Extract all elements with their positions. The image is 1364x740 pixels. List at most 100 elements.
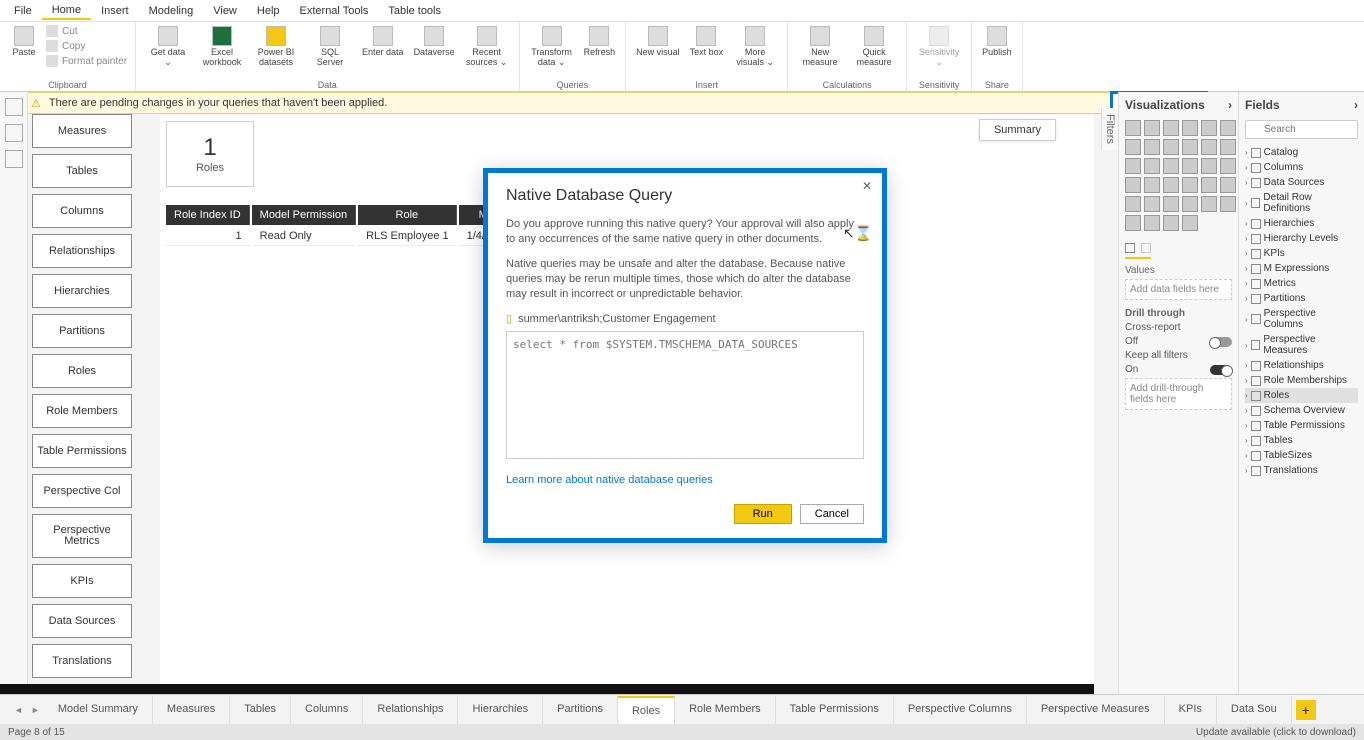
paste-button[interactable]: Paste <box>6 24 42 59</box>
menu-table-tools[interactable]: Table tools <box>378 3 451 19</box>
add-page-button[interactable]: + <box>1296 700 1316 720</box>
viz-tile[interactable] <box>1125 177 1141 193</box>
format-painter-button[interactable]: Format painter <box>44 54 129 68</box>
nav-table-permissions[interactable]: Table Permissions <box>32 434 132 468</box>
col-model-permission[interactable]: Model Permission <box>252 205 356 225</box>
more-visuals-button[interactable]: More visuals ⌄ <box>729 24 781 69</box>
nav-roles[interactable]: Roles <box>32 354 132 388</box>
field-item-kpis[interactable]: ›KPIs <box>1245 246 1358 261</box>
fields-tab-icon[interactable] <box>1125 243 1135 253</box>
page-tab-table-permissions[interactable]: Table Permissions <box>776 696 894 724</box>
page-tab-perspective-columns[interactable]: Perspective Columns <box>894 696 1027 724</box>
col-role[interactable]: Role <box>358 205 457 225</box>
page-tab-tables[interactable]: Tables <box>230 696 291 724</box>
viz-tile[interactable] <box>1163 158 1179 174</box>
nav-perspective-col[interactable]: Perspective Col <box>32 474 132 508</box>
refresh-button[interactable]: Refresh <box>580 24 620 59</box>
viz-tile[interactable] <box>1220 120 1236 136</box>
viz-tile[interactable] <box>1144 215 1160 231</box>
viz-tile[interactable] <box>1163 139 1179 155</box>
viz-tile[interactable] <box>1144 177 1160 193</box>
format-tab-icon[interactable] <box>1141 243 1151 253</box>
data-view-icon[interactable] <box>5 124 23 142</box>
new-measure-button[interactable]: New measure <box>794 24 846 69</box>
menu-file[interactable]: File <box>4 3 42 19</box>
viz-tile[interactable] <box>1220 196 1236 212</box>
page-prev[interactable]: ◄ <box>10 705 27 715</box>
report-view-icon[interactable] <box>5 98 23 116</box>
viz-tile[interactable] <box>1144 158 1160 174</box>
viz-tile[interactable] <box>1144 120 1160 136</box>
menu-external[interactable]: External Tools <box>290 3 379 19</box>
field-item-partitions[interactable]: ›Partitions <box>1245 291 1358 306</box>
page-tab-columns[interactable]: Columns <box>291 696 363 724</box>
viz-tile[interactable] <box>1201 177 1217 193</box>
nav-tables[interactable]: Tables <box>32 154 132 188</box>
viz-tile[interactable] <box>1201 139 1217 155</box>
query-textarea[interactable] <box>506 331 864 459</box>
viz-tile[interactable] <box>1182 139 1198 155</box>
field-item-table-permissions[interactable]: ›Table Permissions <box>1245 418 1358 433</box>
page-tab-hierarchies[interactable]: Hierarchies <box>458 696 543 724</box>
page-tab-role-members[interactable]: Role Members <box>675 696 776 724</box>
viz-tile[interactable] <box>1125 215 1141 231</box>
field-item-perspective-columns[interactable]: ›Perspective Columns <box>1245 306 1358 332</box>
field-item-m-expressions[interactable]: ›M Expressions <box>1245 261 1358 276</box>
page-tab-kpis[interactable]: KPIs <box>1165 696 1217 724</box>
nav-measures[interactable]: Measures <box>32 114 132 148</box>
collapse-fields-icon[interactable]: › <box>1354 98 1358 112</box>
nav-data-sources[interactable]: Data Sources <box>32 604 132 638</box>
viz-tile[interactable] <box>1182 158 1198 174</box>
field-item-detail-row-definitions[interactable]: ›Detail Row Definitions <box>1245 190 1358 216</box>
collapse-viz-icon[interactable]: › <box>1228 98 1232 112</box>
copy-button[interactable]: Copy <box>44 39 129 53</box>
viz-tile[interactable] <box>1182 120 1198 136</box>
viz-tile[interactable] <box>1125 120 1141 136</box>
field-item-tables[interactable]: ›Tables <box>1245 433 1358 448</box>
sql-server-button[interactable]: SQL Server <box>304 24 356 69</box>
sensitivity-button[interactable]: Sensitivity ⌄ <box>913 24 965 69</box>
viz-tile[interactable] <box>1201 196 1217 212</box>
viz-tile[interactable] <box>1182 215 1198 231</box>
page-tab-roles[interactable]: Roles <box>618 696 675 724</box>
field-item-roles[interactable]: ›Roles <box>1245 388 1358 403</box>
pbi-datasets-button[interactable]: Power BI datasets <box>250 24 302 69</box>
page-tab-measures[interactable]: Measures <box>153 696 230 724</box>
model-view-icon[interactable] <box>5 150 23 168</box>
field-item-perspective-measures[interactable]: ›Perspective Measures <box>1245 332 1358 358</box>
viz-tile[interactable] <box>1125 158 1141 174</box>
run-button[interactable]: Run <box>734 504 792 524</box>
nav-translations[interactable]: Translations <box>32 644 132 678</box>
page-tab-model-summary[interactable]: Model Summary <box>44 696 153 724</box>
page-next[interactable]: ► <box>27 705 44 715</box>
page-tab-perspective-measures[interactable]: Perspective Measures <box>1027 696 1165 724</box>
filters-pane-toggle[interactable]: Filters <box>1101 108 1118 150</box>
excel-button[interactable]: Excel workbook <box>196 24 248 69</box>
fields-search-input[interactable] <box>1245 120 1358 139</box>
viz-tile[interactable] <box>1220 158 1236 174</box>
get-data-button[interactable]: Get data ⌄ <box>142 24 194 69</box>
field-item-role-memberships[interactable]: ›Role Memberships <box>1245 373 1358 388</box>
nav-relationships[interactable]: Relationships <box>32 234 132 268</box>
field-item-metrics[interactable]: ›Metrics <box>1245 276 1358 291</box>
dataverse-button[interactable]: Dataverse <box>410 24 459 59</box>
col-role-index[interactable]: Role Index ID <box>166 205 250 225</box>
nav-kpis[interactable]: KPIs <box>32 564 132 598</box>
viz-tile[interactable] <box>1220 139 1236 155</box>
cancel-button[interactable]: Cancel <box>800 504 864 524</box>
nav-columns[interactable]: Columns <box>32 194 132 228</box>
field-item-hierarchies[interactable]: ›Hierarchies <box>1245 216 1358 231</box>
roles-card[interactable]: 1 Roles <box>166 121 254 187</box>
enter-data-button[interactable]: Enter data <box>358 24 408 59</box>
dialog-close-button[interactable]: ✕ <box>862 179 872 193</box>
field-item-data-sources[interactable]: ›Data Sources <box>1245 175 1358 190</box>
viz-tile[interactable] <box>1163 120 1179 136</box>
menu-help[interactable]: Help <box>247 3 290 19</box>
keep-filters-toggle[interactable] <box>1210 365 1232 375</box>
page-tab-relationships[interactable]: Relationships <box>363 696 458 724</box>
viz-tile[interactable] <box>1125 196 1141 212</box>
field-item-translations[interactable]: ›Translations <box>1245 463 1358 478</box>
viz-tile[interactable] <box>1144 139 1160 155</box>
page-tab-partitions[interactable]: Partitions <box>543 696 618 724</box>
field-item-hierarchy-levels[interactable]: ›Hierarchy Levels <box>1245 231 1358 246</box>
